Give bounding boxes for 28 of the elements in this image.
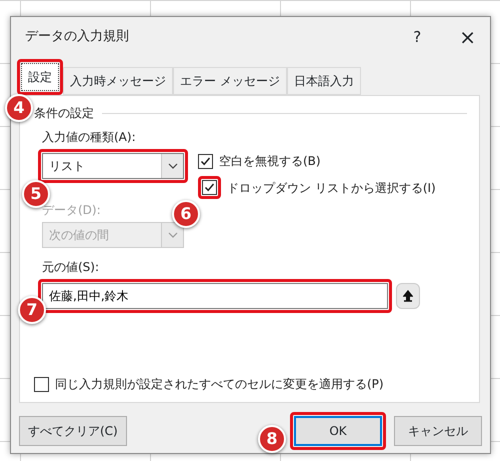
ok-button[interactable]: OK: [294, 416, 382, 446]
chevron-down-icon: [168, 232, 178, 238]
help-button[interactable]: ?: [413, 26, 422, 48]
tab[interactable]: エラー メッセージ: [173, 67, 287, 95]
checkbox[interactable]: [202, 180, 217, 195]
group-title: 条件の設定: [34, 105, 94, 122]
input-field[interactable]: 佐藤,田中,鈴木: [42, 283, 388, 309]
tab[interactable]: 入力時メッセージ: [63, 67, 173, 95]
upload-arrow-icon: [403, 290, 413, 302]
checkbox[interactable]: [198, 154, 213, 168]
collapse-dialog-button[interactable]: [396, 283, 420, 309]
checkbox[interactable]: [34, 376, 49, 392]
cancel-button[interactable]: キャンセル: [394, 416, 482, 446]
close-button[interactable]: ×: [459, 27, 476, 47]
checkbox-label: ドロップダウン リストから選択する(I): [227, 180, 436, 196]
dropdown[interactable]: リスト: [42, 153, 184, 179]
dropdown: 次の値の間: [42, 222, 184, 248]
check-icon: [200, 156, 211, 166]
window-title: データの入力規則: [25, 28, 129, 46]
field-label: 入力値の種類(A):: [42, 129, 136, 146]
tab[interactable]: 設定: [21, 63, 59, 91]
field-label: 元の値(S):: [42, 259, 100, 276]
clear-all-button[interactable]: すべてクリア(C): [19, 416, 127, 446]
chevron-down-icon: [168, 163, 178, 169]
checkbox-label: 同じ入力規則が設定されたすべてのセルに変更を適用する(P): [55, 376, 384, 393]
checkbox-label: 空白を無視する(B): [219, 153, 321, 170]
tab[interactable]: 日本語入力: [286, 67, 361, 95]
check-icon: [204, 182, 215, 193]
